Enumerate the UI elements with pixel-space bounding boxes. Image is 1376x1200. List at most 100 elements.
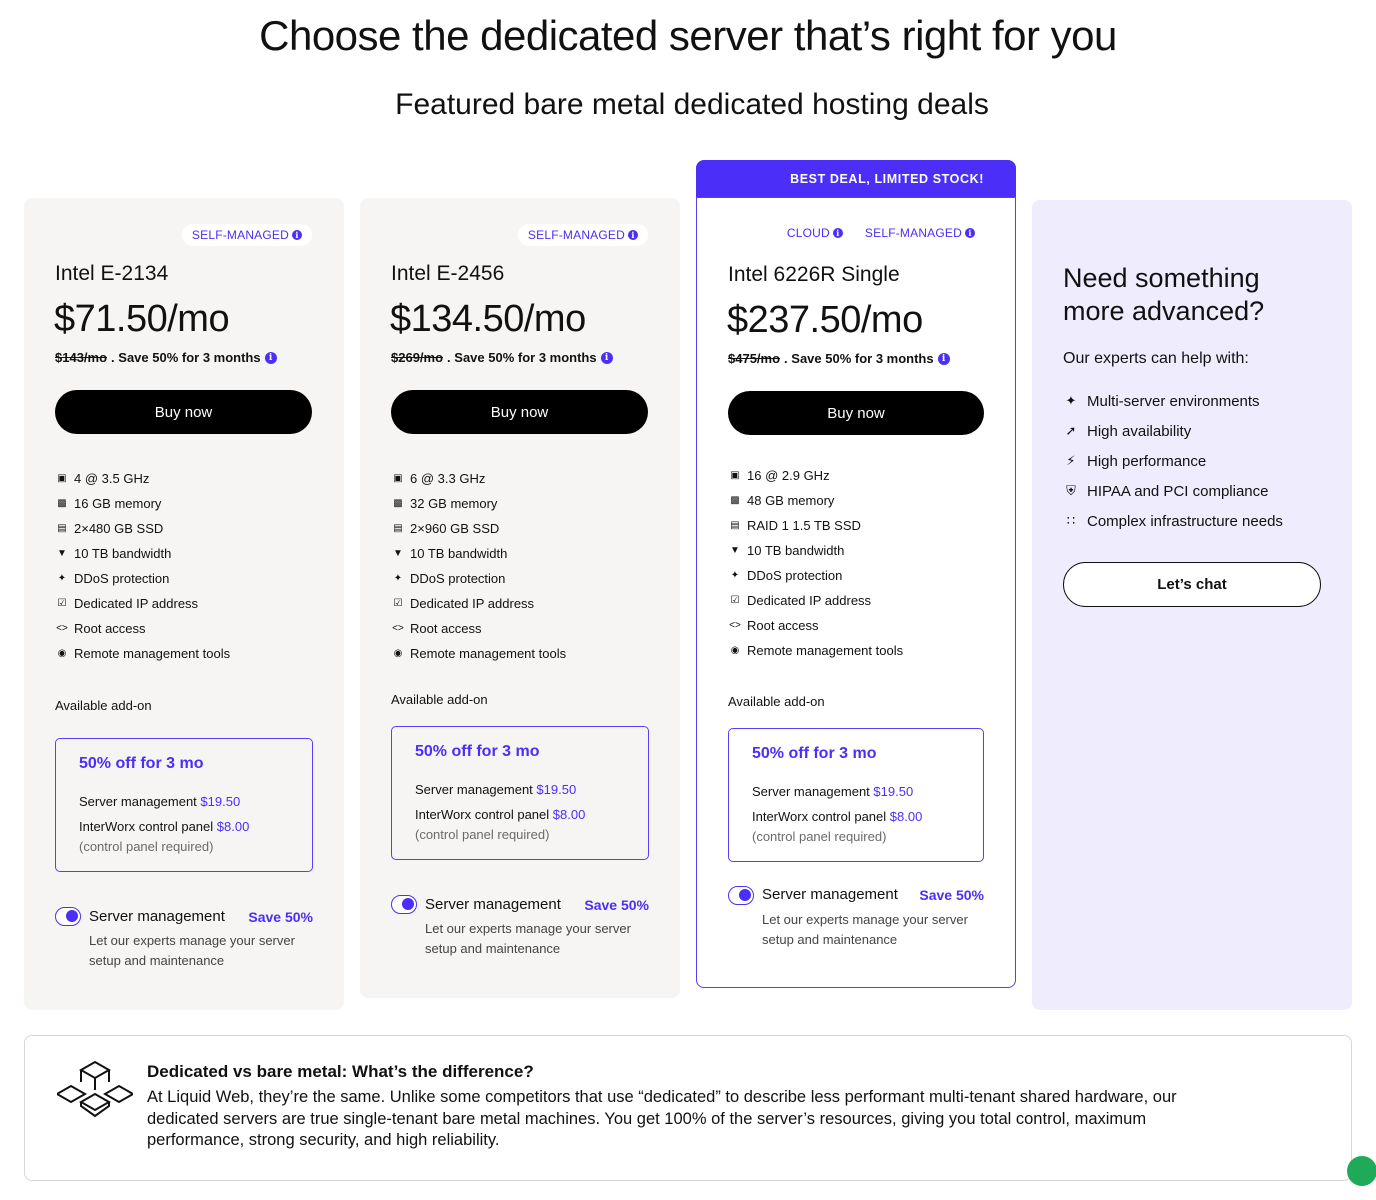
plan-cpu-name: Intel E-2456	[391, 262, 505, 285]
save-badge: Save 50%	[248, 909, 313, 925]
addon-server-management: Server management $19.50	[415, 782, 577, 797]
spec-item: ◉ Remote management tools	[391, 641, 566, 666]
advanced-subtitle: Our experts can help with:	[1063, 350, 1249, 367]
spec-item: <> Root access	[56, 621, 146, 636]
plan-badges: SELF-MANAGED i	[181, 224, 312, 246]
buy-now-button[interactable]: Buy now	[55, 390, 312, 434]
spec-item: <> Root access	[392, 621, 482, 636]
addon-box: 50% off for 3 mo Server management $19.5…	[391, 726, 649, 860]
advanced-card: Need something more advanced? Our expert…	[1032, 200, 1352, 1010]
spec-item: ☑ Dedicated IP address	[391, 591, 566, 616]
cpu-icon: ▣	[730, 470, 740, 481]
buy-now-button[interactable]: Buy now	[391, 390, 648, 434]
info-icon[interactable]: i	[937, 352, 950, 365]
old-price: $143/mo	[55, 350, 108, 365]
addon-label: Available add-on	[55, 698, 152, 713]
lets-chat-button[interactable]: Let’s chat	[1063, 562, 1321, 607]
server-management-toggle[interactable]	[55, 907, 81, 926]
page-title: Choose the dedicated server that’s right…	[259, 12, 1117, 59]
badge-self-managed[interactable]: SELF-MANAGED i	[517, 224, 648, 246]
spec-item: ▤ 2×480 GB SSD	[55, 516, 230, 541]
advanced-item: ⛨ HIPAA and PCI compliance	[1063, 476, 1283, 506]
server-management-description: Let our experts manage your server setup…	[89, 933, 295, 968]
ddos-icon: ✦	[730, 570, 740, 581]
badge-self-managed[interactable]: SELF-MANAGED i	[181, 224, 312, 246]
spec-item: ◉ Remote management tools	[728, 638, 903, 663]
spec-list: ▣ 6 @ 3.3 GHz ▩ 32 GB memory ▤ 2×960 GB SSD…	[391, 466, 566, 666]
addon-control-panel: InterWorx control panel $8.00	[752, 809, 923, 824]
spec-item: ▩ 32 GB memory	[391, 491, 566, 516]
infrastructure-icon: ∷	[1066, 513, 1076, 528]
addon-box: 50% off for 3 mo Server management $19.5…	[728, 728, 984, 862]
server-management-label: Server management	[762, 886, 898, 903]
save-badge: Save 50%	[919, 887, 984, 903]
spec-item: ▣ 4 @ 3.5 GHz	[55, 466, 230, 491]
plan-cpu-name: Intel 6226R Single	[728, 263, 900, 286]
remote-tools-icon: ◉	[730, 645, 740, 656]
old-price: $475/mo	[728, 351, 781, 366]
server-management-toggle[interactable]	[391, 895, 417, 914]
spec-item: ▼ 10 TB bandwidth	[391, 541, 566, 566]
spec-item: ☑ Dedicated IP address	[55, 591, 230, 616]
info-icon: i	[292, 230, 302, 240]
badge-self-managed[interactable]: SELF-MANAGED i	[864, 226, 975, 240]
root-access-icon: <>	[56, 623, 68, 634]
difference-body: At Liquid Web, they’re the same. Unlike …	[147, 1088, 1177, 1149]
memory-icon: ▩	[730, 495, 740, 506]
old-price: $269/mo	[391, 350, 444, 365]
info-icon: i	[832, 228, 843, 238]
info-icon[interactable]: i	[264, 351, 277, 364]
info-icon: i	[628, 230, 638, 240]
plan-price: $71.50/mo	[54, 298, 230, 340]
plan-price: $237.50/mo	[727, 299, 923, 341]
server-management-description: Let our experts manage your server setup…	[762, 912, 968, 947]
addon-server-management: Server management $19.50	[79, 794, 241, 809]
ssd-icon: ▤	[393, 523, 403, 534]
buy-now-button[interactable]: Buy now	[728, 391, 984, 435]
addon-title: 50% off for 3 mo	[79, 755, 204, 772]
spec-item: ◉ Remote management tools	[55, 641, 230, 666]
spec-list: ▣ 16 @ 2.9 GHz ▩ 48 GB memory ▤ RAID 1 1.5 …	[728, 463, 903, 663]
advanced-item: ✦ Multi-server environments	[1063, 386, 1283, 416]
cpu-icon: ▣	[393, 473, 403, 484]
plan-card-e2456: SELF-MANAGED i Intel E-2456 $134.50/mo $2…	[360, 198, 680, 998]
addon-note: (control panel required)	[79, 839, 214, 854]
spec-item: ▼ 10 TB bandwidth	[728, 538, 903, 563]
best-deal-ribbon: BEST DEAL, LIMITED STOCK!	[696, 160, 1016, 198]
plan-promo: $475/mo. Save 50% for 3 months i	[728, 351, 950, 366]
chat-widget-button[interactable]	[1347, 1156, 1376, 1186]
addon-note: (control panel required)	[752, 829, 887, 844]
remote-tools-icon: ◉	[57, 648, 67, 659]
info-icon: i	[965, 228, 975, 238]
spec-item: ▩ 16 GB memory	[55, 491, 230, 516]
plan-price: $134.50/mo	[390, 298, 586, 340]
addon-box: 50% off for 3 mo Server management $19.5…	[55, 738, 313, 872]
bandwidth-icon: ▼	[393, 548, 403, 559]
root-access-icon: <>	[392, 623, 404, 634]
addon-control-panel: InterWorx control panel $8.00	[415, 807, 586, 822]
server-management-toggle[interactable]	[728, 886, 754, 905]
difference-banner: Dedicated vs bare metal: What’s the diff…	[24, 1035, 1352, 1181]
ssd-icon: ▤	[57, 523, 67, 534]
info-icon[interactable]: i	[600, 351, 613, 364]
ssd-icon: ▤	[730, 520, 740, 531]
page-subtitle: Featured bare metal dedicated hosting de…	[395, 88, 989, 121]
advanced-title: Need something more advanced?	[1063, 263, 1265, 326]
plan-promo: $143/mo. Save 50% for 3 months i	[55, 350, 277, 365]
spec-item: ▣ 16 @ 2.9 GHz	[728, 463, 903, 488]
advanced-list: ✦ Multi-server environments ➚ High availab…	[1063, 386, 1283, 536]
difference-title: Dedicated vs bare metal: What’s the diff…	[147, 1062, 534, 1081]
spec-item: ▣ 6 @ 3.3 GHz	[391, 466, 566, 491]
advanced-item: ∷ Complex infrastructure needs	[1063, 506, 1283, 536]
spec-item: ▤ 2×960 GB SSD	[391, 516, 566, 541]
addon-server-management: Server management $19.50	[752, 784, 914, 799]
plan-card-6226r: CLOUD i SELF-MANAGED i Intel 6226R Single …	[696, 197, 1016, 988]
ip-address-icon: ☑	[393, 598, 403, 609]
remote-tools-icon: ◉	[393, 648, 403, 659]
badge-cloud[interactable]: CLOUD i	[786, 226, 843, 240]
addon-label: Available add-on	[391, 692, 488, 707]
spec-item: ✦ DDoS protection	[728, 563, 903, 588]
spec-item: ☑ Dedicated IP address	[728, 588, 903, 613]
cubes-icon	[54, 1060, 136, 1123]
ddos-icon: ✦	[57, 573, 67, 584]
